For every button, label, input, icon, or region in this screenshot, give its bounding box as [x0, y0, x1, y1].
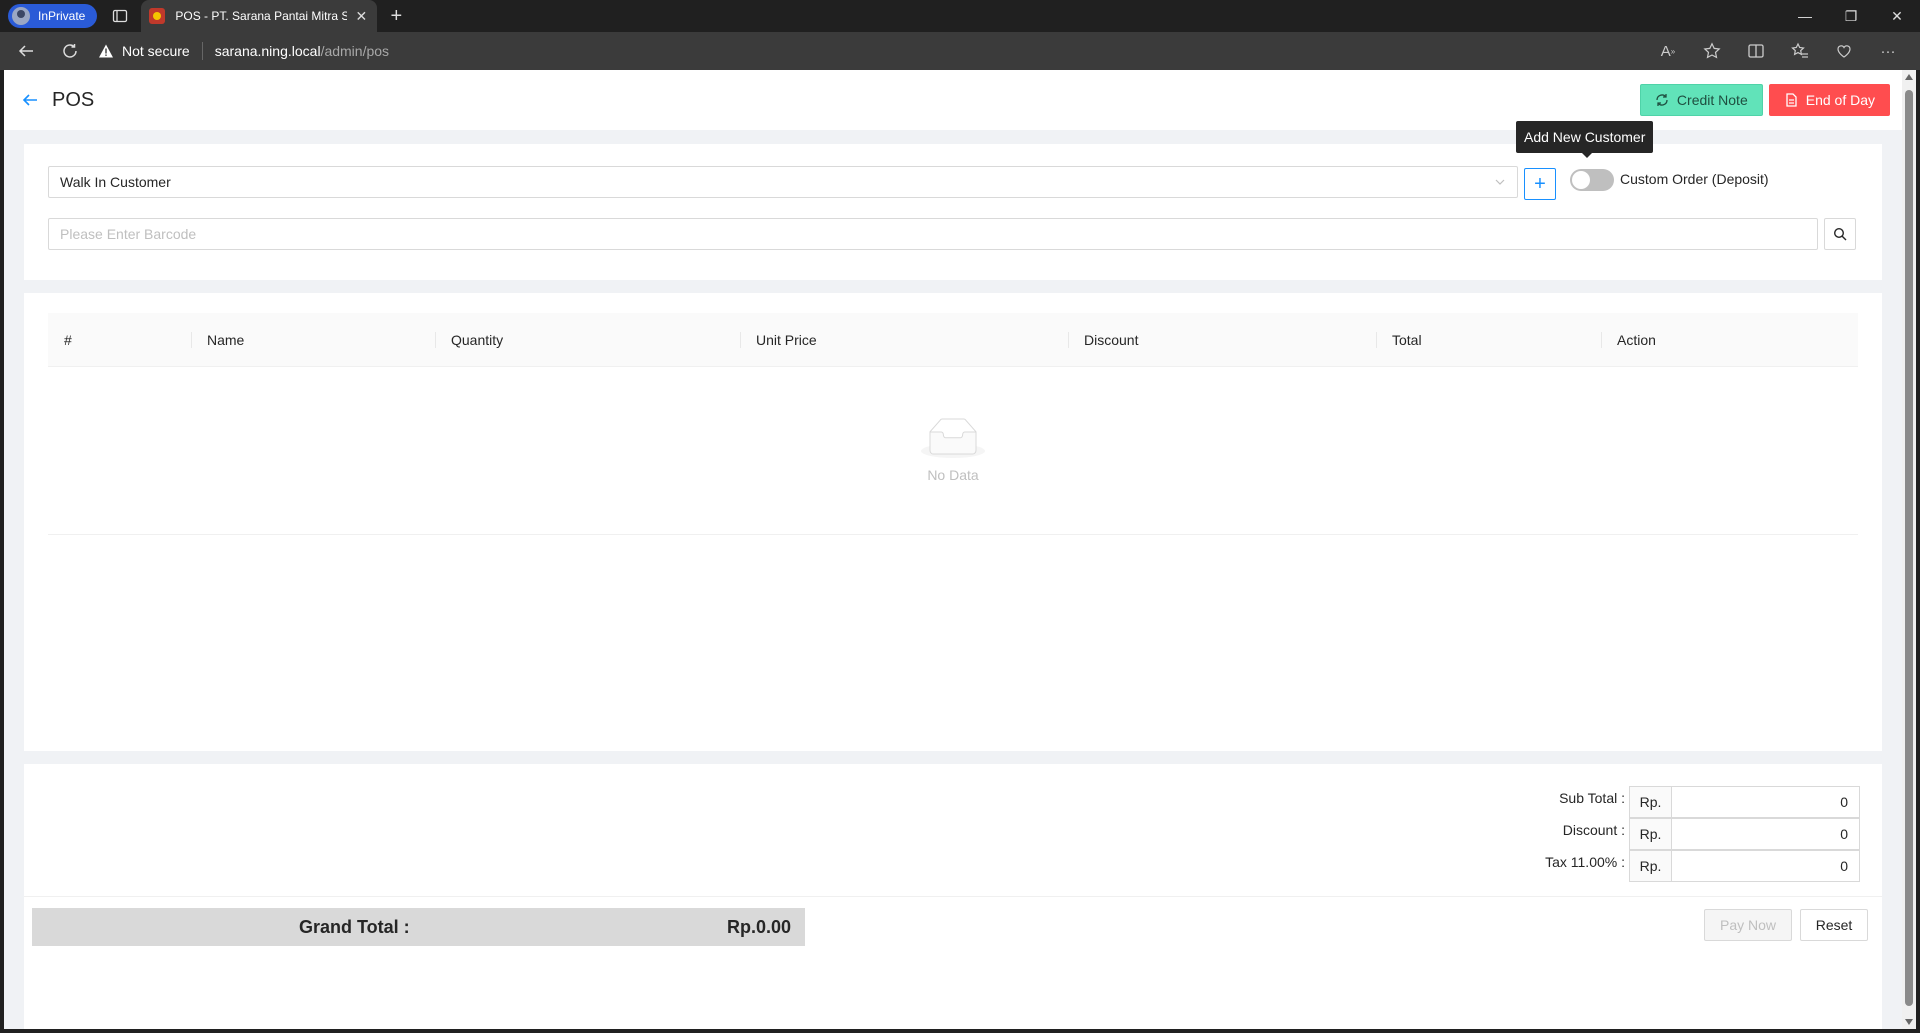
table-header: # Name Quantity Unit Price Discount Tota…: [48, 313, 1858, 367]
empty-state: No Data: [48, 367, 1858, 535]
profile-avatar-icon: [12, 7, 30, 25]
tab-actions-button[interactable]: [103, 0, 137, 32]
barcode-search-button[interactable]: [1824, 218, 1856, 250]
customer-select[interactable]: Walk In Customer: [48, 166, 1518, 198]
window-controls: — ❐ ✕: [1782, 0, 1920, 32]
column-header-quantity: Quantity: [435, 313, 740, 367]
file-icon: [1786, 93, 1797, 107]
totals-summary: Sub Total : Rp. 0 Discount : Rp. 0 Tax 1…: [1545, 786, 1860, 882]
column-header-action: Action: [1601, 313, 1858, 367]
refresh-button[interactable]: [52, 35, 88, 67]
credit-note-button[interactable]: Credit Note: [1639, 84, 1763, 116]
items-card: # Name Quantity Unit Price Discount Tota…: [24, 293, 1882, 751]
restore-icon[interactable]: ❐: [1828, 0, 1874, 32]
credit-note-label: Credit Note: [1676, 92, 1748, 108]
address-bar-actions: A» ···: [1646, 35, 1910, 67]
header-actions: Credit Note End of Day: [1639, 84, 1890, 116]
add-customer-button[interactable]: +: [1524, 168, 1556, 200]
barcode-placeholder: Please Enter Barcode: [60, 226, 197, 242]
scrollbar-thumb[interactable]: [1905, 90, 1913, 1006]
discount-row: Discount : Rp. 0: [1545, 818, 1860, 850]
tab-actions-icon: [113, 9, 128, 23]
tax-row: Tax 11.00% : Rp. 0: [1545, 850, 1860, 882]
browser-tab-pos[interactable]: POS - PT. Sarana Pantai Mitra Se ✕: [141, 0, 378, 32]
back-arrow-icon: [18, 45, 33, 57]
chevron-down-icon: [1495, 179, 1505, 185]
grand-total-label: Grand Total :: [299, 916, 410, 937]
url-host: sarana.ning.local: [214, 43, 321, 59]
page-back-arrow-icon[interactable]: [20, 90, 40, 110]
warning-icon: [99, 44, 113, 58]
scroll-up-icon[interactable]: [1905, 74, 1913, 80]
favorites-icon[interactable]: [1778, 35, 1822, 67]
page-scrollbar[interactable]: [1902, 70, 1916, 1029]
url-field[interactable]: Not secure sarana.ning.local /admin/pos: [98, 36, 389, 66]
site-favicon-icon: [149, 8, 166, 24]
read-aloud-icon[interactable]: A»: [1646, 35, 1690, 67]
star-icon: [1703, 42, 1721, 59]
url-path: /admin/pos: [320, 43, 390, 59]
totals-card: Sub Total : Rp. 0 Discount : Rp. 0 Tax 1…: [24, 764, 1882, 1029]
discount-field[interactable]: 0: [1672, 818, 1860, 850]
empty-inbox-icon: [921, 418, 985, 458]
column-header-total: Total: [1376, 313, 1601, 367]
new-tab-button[interactable]: +: [379, 0, 413, 32]
customer-select-value: Walk In Customer: [60, 174, 171, 190]
end-of-day-button[interactable]: End of Day: [1768, 84, 1890, 116]
grand-total-value: Rp.0.00: [726, 916, 791, 937]
plus-icon: +: [1534, 172, 1546, 195]
subtotal-row: Sub Total : Rp. 0: [1545, 786, 1860, 818]
browser-tab-bar: InPrivate POS - PT. Sarana Pantai Mitra …: [0, 0, 1920, 32]
tax-label: Tax 11.00% :: [1545, 854, 1625, 870]
minimize-icon[interactable]: —: [1782, 0, 1828, 32]
subtotal-currency-prefix: Rp.: [1629, 786, 1672, 818]
refresh-icon: [63, 44, 77, 58]
column-header-name: Name: [191, 313, 435, 367]
custom-order-label: Custom Order (Deposit): [1620, 171, 1769, 187]
totals-divider: [24, 896, 1882, 897]
tab-close-icon[interactable]: ✕: [353, 8, 369, 25]
favorite-star-icon[interactable]: [1690, 35, 1734, 67]
add-customer-tooltip: Add New Customer: [1516, 121, 1654, 158]
column-header-discount: Discount: [1068, 313, 1376, 367]
tax-field: 0: [1672, 850, 1860, 882]
browser-address-bar: Not secure sarana.ning.local /admin/pos …: [0, 32, 1920, 70]
url-divider: [201, 42, 203, 60]
search-icon: [1833, 227, 1847, 241]
column-header-number: #: [64, 331, 72, 348]
favorites-list-icon: [1791, 42, 1808, 58]
barcode-input[interactable]: Please Enter Barcode: [48, 218, 1818, 250]
reset-button[interactable]: Reset: [1800, 909, 1868, 941]
subtotal-label: Sub Total :: [1559, 790, 1625, 806]
page-title: POS: [52, 88, 95, 111]
empty-state-text: No Data: [927, 467, 979, 483]
tab-title: POS - PT. Sarana Pantai Mitra Se: [175, 9, 348, 23]
inprivate-badge[interactable]: InPrivate: [8, 4, 98, 28]
split-screen-icon[interactable]: [1734, 35, 1778, 67]
browser-essentials-icon[interactable]: [1822, 35, 1866, 67]
subtotal-field: 0: [1672, 786, 1860, 818]
close-window-icon[interactable]: ✕: [1874, 0, 1920, 32]
more-options-icon[interactable]: ···: [1866, 35, 1910, 67]
items-table: # Name Quantity Unit Price Discount Tota…: [48, 313, 1858, 535]
page-viewport: POS Credit Note End of Day Add New Custo…: [4, 70, 1916, 1029]
custom-order-toggle[interactable]: [1570, 169, 1614, 191]
scroll-down-icon[interactable]: [1905, 1019, 1913, 1025]
discount-currency-prefix: Rp.: [1629, 818, 1672, 850]
grand-total-bar: Grand Total : Rp.0.00: [32, 908, 805, 946]
column-header-unit-price: Unit Price: [740, 313, 1068, 367]
end-of-day-label: End of Day: [1805, 92, 1875, 108]
sync-icon: [1656, 94, 1668, 106]
pay-now-button[interactable]: Pay Now: [1704, 909, 1792, 941]
heart-pulse-icon: [1837, 45, 1851, 58]
back-button[interactable]: [8, 35, 44, 67]
customer-card: Walk In Customer + Custom Order (Deposit…: [24, 144, 1882, 280]
discount-label: Discount :: [1562, 822, 1625, 838]
tax-currency-prefix: Rp.: [1629, 850, 1672, 882]
security-label: Not secure: [122, 43, 190, 59]
inprivate-label: InPrivate: [38, 9, 86, 23]
split-icon: [1748, 44, 1764, 58]
